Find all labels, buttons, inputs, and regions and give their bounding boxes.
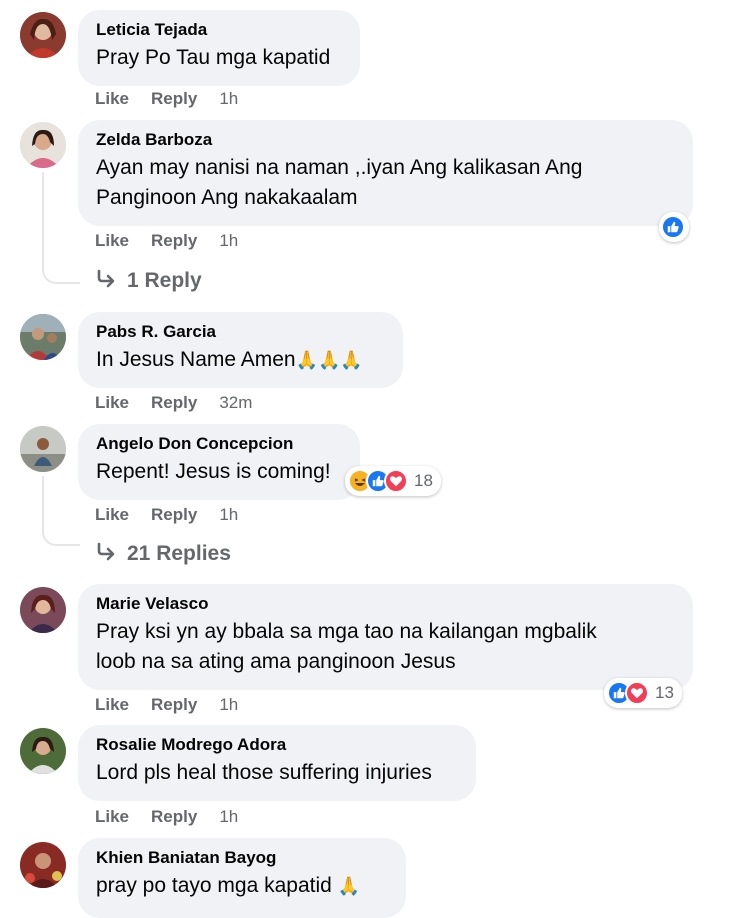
- reaction-count: 13: [655, 683, 674, 702]
- avatar[interactable]: [20, 122, 66, 168]
- reaction-summary[interactable]: 18: [345, 466, 441, 496]
- comment-timestamp[interactable]: 32m: [219, 393, 252, 413]
- comment-author[interactable]: Leticia Tejada: [96, 19, 342, 41]
- reply-button[interactable]: Reply: [151, 505, 197, 525]
- thread-connector: [42, 476, 80, 546]
- comment-text: pray po tayo mga kapatid 🙏: [96, 871, 388, 901]
- reply-button[interactable]: Reply: [151, 231, 197, 251]
- comment-text-line: Panginoon Ang nakakaalam: [96, 186, 358, 209]
- comment-text-line: Ayan may nanisi na naman ,.iyan Ang kali…: [96, 156, 583, 179]
- reaction-count: 18: [414, 471, 433, 490]
- reply-arrow-icon: [95, 268, 117, 294]
- folded-hands-emoji: 🙏: [337, 876, 361, 896]
- reply-button[interactable]: Reply: [151, 807, 197, 827]
- avatar[interactable]: [20, 728, 66, 774]
- like-button[interactable]: Like: [95, 89, 129, 109]
- like-button[interactable]: Like: [95, 695, 129, 715]
- love-reaction-icon: [625, 681, 649, 705]
- replies-count-label[interactable]: 21 Replies: [127, 542, 231, 566]
- view-replies-link[interactable]: 1 Reply: [95, 268, 202, 294]
- avatar[interactable]: [20, 842, 66, 888]
- comment-actions: Like Reply 1h: [95, 231, 238, 251]
- comment-bubble: Angelo Don Concepcion Repent! Jesus is c…: [78, 424, 360, 500]
- avatar[interactable]: [20, 587, 66, 633]
- reply-button[interactable]: Reply: [151, 695, 197, 715]
- view-replies-link[interactable]: 21 Replies: [95, 541, 231, 567]
- comment-text-line: loob na sa ating ama panginoon Jesus: [96, 650, 456, 673]
- comment-author[interactable]: Angelo Don Concepcion: [96, 433, 342, 455]
- comment-text: Ayan may nanisi na naman ,.iyan Ang kali…: [96, 153, 675, 213]
- comment-author[interactable]: Pabs R. Garcia: [96, 321, 385, 343]
- comment-bubble: Khien Baniatan Bayog pray po tayo mga ka…: [78, 838, 406, 918]
- comment-text: Pray Po Tau mga kapatid: [96, 46, 331, 69]
- replies-count-label[interactable]: 1 Reply: [127, 269, 202, 293]
- reply-arrow-icon: [95, 541, 117, 567]
- comment-actions: Like Reply 1h: [95, 89, 238, 109]
- comment-timestamp[interactable]: 1h: [219, 89, 238, 109]
- comment-timestamp[interactable]: 1h: [219, 505, 238, 525]
- comment-bubble: Pabs R. Garcia In Jesus Name Amen🙏🙏🙏: [78, 312, 403, 388]
- comment-timestamp[interactable]: 1h: [219, 807, 238, 827]
- avatar[interactable]: [20, 314, 66, 360]
- comment-author[interactable]: Zelda Barboza: [96, 129, 675, 151]
- avatar[interactable]: [20, 426, 66, 472]
- like-button[interactable]: Like: [95, 807, 129, 827]
- reaction-summary[interactable]: 13: [604, 678, 682, 708]
- comment-bubble: Rosalie Modrego Adora Lord pls heal thos…: [78, 725, 476, 801]
- comment-text: Pray ksi yn ay bbala sa mga tao na kaila…: [96, 617, 675, 677]
- comment-bubble: Marie Velasco Pray ksi yn ay bbala sa mg…: [78, 584, 693, 690]
- thread-connector: [42, 172, 80, 284]
- comment-bubble: Leticia Tejada Pray Po Tau mga kapatid: [78, 10, 360, 86]
- comment-text-body: In Jesus Name Amen: [96, 348, 296, 371]
- love-reaction-icon: [384, 469, 408, 493]
- folded-hands-emoji: 🙏🙏🙏: [295, 350, 363, 370]
- like-button[interactable]: Like: [95, 393, 129, 413]
- like-button[interactable]: Like: [95, 505, 129, 525]
- comment-timestamp[interactable]: 1h: [219, 695, 238, 715]
- comment-text: In Jesus Name Amen🙏🙏🙏: [96, 345, 385, 375]
- comment-actions: Like Reply 32m: [95, 393, 252, 413]
- comment-timestamp[interactable]: 1h: [219, 231, 238, 251]
- comment-actions: Like Reply 1h: [95, 807, 238, 827]
- reply-button[interactable]: Reply: [151, 393, 197, 413]
- comment-author[interactable]: Khien Baniatan Bayog: [96, 847, 388, 869]
- like-reaction-icon: [661, 215, 685, 239]
- avatar[interactable]: [20, 12, 66, 58]
- comment-actions: Like Reply 1h: [95, 695, 238, 715]
- comment-author[interactable]: Marie Velasco: [96, 593, 675, 615]
- comment-text: Repent! Jesus is coming!: [96, 460, 331, 483]
- reaction-summary[interactable]: [659, 212, 689, 242]
- comment-author[interactable]: Rosalie Modrego Adora: [96, 734, 458, 756]
- comment-actions: Like Reply 1h: [95, 505, 238, 525]
- comment-text-body: pray po tayo mga kapatid: [96, 874, 332, 897]
- reply-button[interactable]: Reply: [151, 89, 197, 109]
- comment-bubble: Zelda Barboza Ayan may nanisi na naman ,…: [78, 120, 693, 226]
- comment-text: Lord pls heal those suffering injuries: [96, 761, 432, 784]
- comment-text-line: Pray ksi yn ay bbala sa mga tao na kaila…: [96, 620, 597, 643]
- like-button[interactable]: Like: [95, 231, 129, 251]
